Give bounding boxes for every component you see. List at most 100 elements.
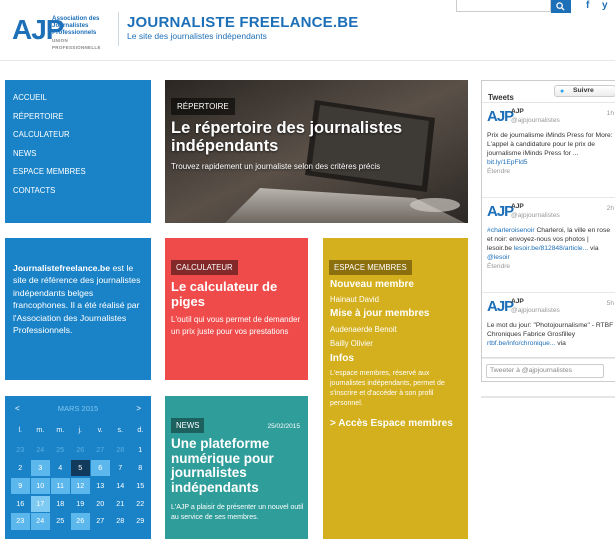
calendar-weekday: l. [18, 427, 23, 434]
tweet-body: Le mot du jour: "Photojournalisme" - RTB… [487, 322, 614, 338]
tweet-handle[interactable]: @ajpjournalistes [511, 212, 560, 219]
calendar-day[interactable]: 24 [31, 442, 50, 459]
calendar-day[interactable]: 26 [71, 513, 90, 530]
tweet-item[interactable]: AJP AJP @ajpjournalistes 1h Prix de jour… [482, 103, 615, 198]
calendar-day[interactable]: 22 [131, 496, 150, 513]
calendar-day[interactable]: 18 [51, 496, 70, 513]
calendar-day[interactable]: 4 [51, 460, 70, 477]
tweet-mention[interactable]: @lesoir [487, 254, 510, 261]
tweet-time[interactable]: 5h [607, 300, 614, 307]
new-member-heading: Nouveau membre [330, 279, 414, 290]
calendar-day[interactable]: 2 [11, 460, 30, 477]
hero-tag: RÉPERTOIRE [171, 98, 235, 115]
calendar-day[interactable]: 11 [51, 477, 70, 495]
calendar-day[interactable]: 10 [31, 477, 50, 495]
calendar-day[interactable]: 7 [111, 460, 130, 477]
calendar-day[interactable]: 16 [11, 496, 30, 513]
tweet-expand[interactable]: Étendre [487, 263, 510, 270]
calendar-day[interactable]: 23 [11, 442, 30, 459]
search-button[interactable] [551, 0, 571, 13]
calendar-header: < MARS 2015 > [11, 404, 145, 418]
calendar-day[interactable]: 9 [11, 477, 30, 495]
calendar-day[interactable]: 21 [111, 496, 130, 513]
nav-item-repertoire[interactable]: RÉPERTOIRE [13, 112, 143, 121]
tweet-compose-input[interactable]: Tweeter à @ajpjournalistes [486, 364, 604, 378]
calendar-day[interactable]: 13 [91, 478, 110, 495]
tweet-link[interactable]: lesoir.be/812848/article... [514, 245, 588, 252]
tweet-hashtag[interactable]: #charleroisenoir [487, 227, 535, 234]
hero-title[interactable]: Le répertoire des journalistes indépenda… [171, 119, 461, 155]
tweet-avatar[interactable]: AJP [487, 298, 514, 315]
tweet-link[interactable]: bit.ly/1EpFld5 [487, 159, 528, 166]
calendar-day[interactable]: 24 [31, 513, 50, 530]
calendar-day[interactable]: 3 [31, 459, 50, 477]
calendar-day[interactable]: 1 [131, 442, 150, 459]
calendar-day[interactable]: 17 [31, 495, 50, 513]
calendar-day[interactable]: 12 [71, 477, 90, 495]
tweet-time[interactable]: 2h [607, 205, 614, 212]
facebook-icon[interactable]: f [586, 0, 589, 12]
calendar-weekday: s. [117, 427, 123, 434]
tweet-author[interactable]: AJP [511, 108, 524, 115]
tweet-text: Le mot du jour: "Photojournalisme" - RTB… [487, 321, 615, 348]
twitter-icon[interactable]: y [602, 0, 608, 12]
tweet-handle[interactable]: @ajpjournalistes [511, 117, 560, 124]
updated-member-name[interactable]: Audenaerde Benoit [330, 325, 397, 334]
nav-item-news[interactable]: NEWS [13, 149, 143, 158]
news-card[interactable]: NEWS 25/02/2015 Une plateforme numérique… [165, 396, 308, 539]
calendar-day[interactable]: 28 [111, 442, 130, 459]
main-nav: ACCUEIL RÉPERTOIRE CALCULATEUR NEWS ESPA… [5, 80, 151, 223]
twitter-title: Tweets [488, 93, 514, 102]
new-member-name[interactable]: Hainaut David [330, 295, 379, 304]
calendar-day[interactable]: 25 [51, 513, 70, 530]
calendar-day[interactable]: 23 [11, 513, 30, 530]
calendar-day[interactable]: 26 [71, 442, 90, 459]
calendar-day[interactable]: 5 [71, 459, 90, 477]
calendar-day[interactable]: 6 [91, 459, 110, 477]
site-header: AJP Association des Journalistes Profess… [0, 0, 615, 62]
nav-item-accueil[interactable]: ACCUEIL [13, 93, 143, 102]
nav-item-calculateur[interactable]: CALCULATEUR [13, 130, 143, 139]
calendar-day[interactable]: 20 [91, 496, 110, 513]
news-tag: NEWS [171, 418, 205, 433]
news-title[interactable]: Une plateforme numérique pour journalist… [171, 436, 306, 495]
nav-item-contacts[interactable]: CONTACTS [13, 186, 143, 195]
tweet-avatar[interactable]: AJP [487, 108, 514, 125]
calendar-day[interactable]: 14 [111, 478, 130, 495]
tweet-handle[interactable]: @ajpjournalistes [511, 307, 560, 314]
about-body: est le site de référence des journaliste… [13, 263, 141, 336]
calendar-day[interactable]: 27 [91, 513, 110, 530]
site-title[interactable]: JOURNALISTE FREELANCE.BE [127, 14, 359, 31]
calculateur-title[interactable]: Le calculateur de piges [171, 279, 306, 309]
calendar-next-button[interactable]: > [136, 404, 141, 413]
calendar-day[interactable]: 29 [131, 513, 150, 530]
nav-item-espace-membres[interactable]: ESPACE MEMBRES [13, 167, 143, 176]
search-input[interactable] [456, 0, 551, 12]
tweet-author[interactable]: AJP [511, 298, 524, 305]
tweet-item[interactable]: AJP AJP @ajpjournalistes 2h #charleroise… [482, 198, 615, 293]
calendar-day[interactable]: 27 [91, 442, 110, 459]
calendar-weekday: d. [137, 427, 144, 434]
follow-button[interactable]: ● Suivre [554, 85, 615, 97]
calculateur-card[interactable]: CALCULATEUR Le calculateur de piges L'ou… [165, 238, 308, 380]
calendar-prev-button[interactable]: < [15, 404, 20, 413]
updated-member-name[interactable]: Bailly Olivier [330, 339, 373, 348]
calendar-weekday: v. [97, 427, 103, 434]
tweet-author[interactable]: AJP [511, 203, 524, 210]
calendar-day[interactable]: 28 [111, 513, 130, 530]
twitter-header: Tweets ● Suivre [482, 81, 615, 103]
calendar-day[interactable]: 8 [131, 460, 150, 477]
members-info-text: L'espace membres, réservé aux journalist… [330, 370, 445, 407]
calendar-day[interactable]: 19 [71, 496, 90, 513]
calendar-day[interactable]: 15 [131, 478, 150, 495]
twitter-widget: Tweets ● Suivre AJP AJP @ajpjournalistes… [481, 80, 615, 382]
calendar-day[interactable]: 25 [51, 442, 70, 459]
tweet-avatar[interactable]: AJP [487, 203, 514, 220]
tweet-time[interactable]: 1h [607, 110, 614, 117]
hero-repertoire-card[interactable]: RÉPERTOIRE Le répertoire des journaliste… [165, 80, 468, 223]
tweet-link[interactable]: rtbf.be/info/chronique... [487, 340, 555, 347]
tweet-expand[interactable]: Étendre [487, 168, 510, 175]
members-access-link[interactable]: > Accès Espace membres [330, 418, 453, 429]
tweet-item[interactable]: AJP AJP @ajpjournalistes 5h Le mot du jo… [482, 293, 615, 359]
calendar-grid: l. m. m. j. v. s. d. 23 24 25 26 27 28 1 2 3 4 5 6 7 8 9 10 11 1… [11, 424, 145, 530]
